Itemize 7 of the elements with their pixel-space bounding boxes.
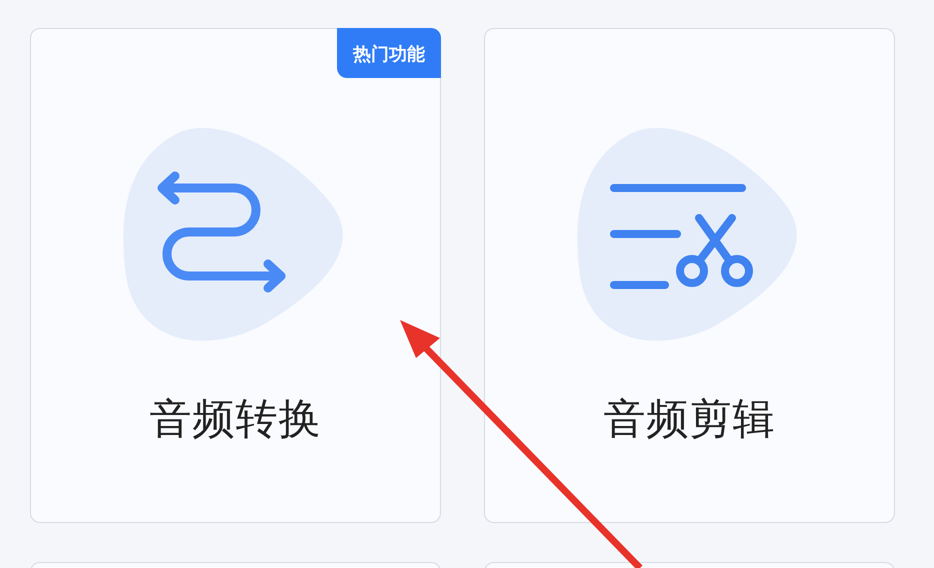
- hot-badge: 热门功能: [337, 28, 441, 78]
- feature-card[interactable]: 音频剪辑: [484, 28, 895, 523]
- card-title: 音频剪辑: [604, 393, 776, 445]
- list-scissors-icon: [610, 184, 752, 289]
- swap-arrows-icon: [157, 172, 285, 292]
- feature-card[interactable]: 音频转换 热门功能: [30, 28, 441, 523]
- card-title: 音频转换: [150, 393, 322, 445]
